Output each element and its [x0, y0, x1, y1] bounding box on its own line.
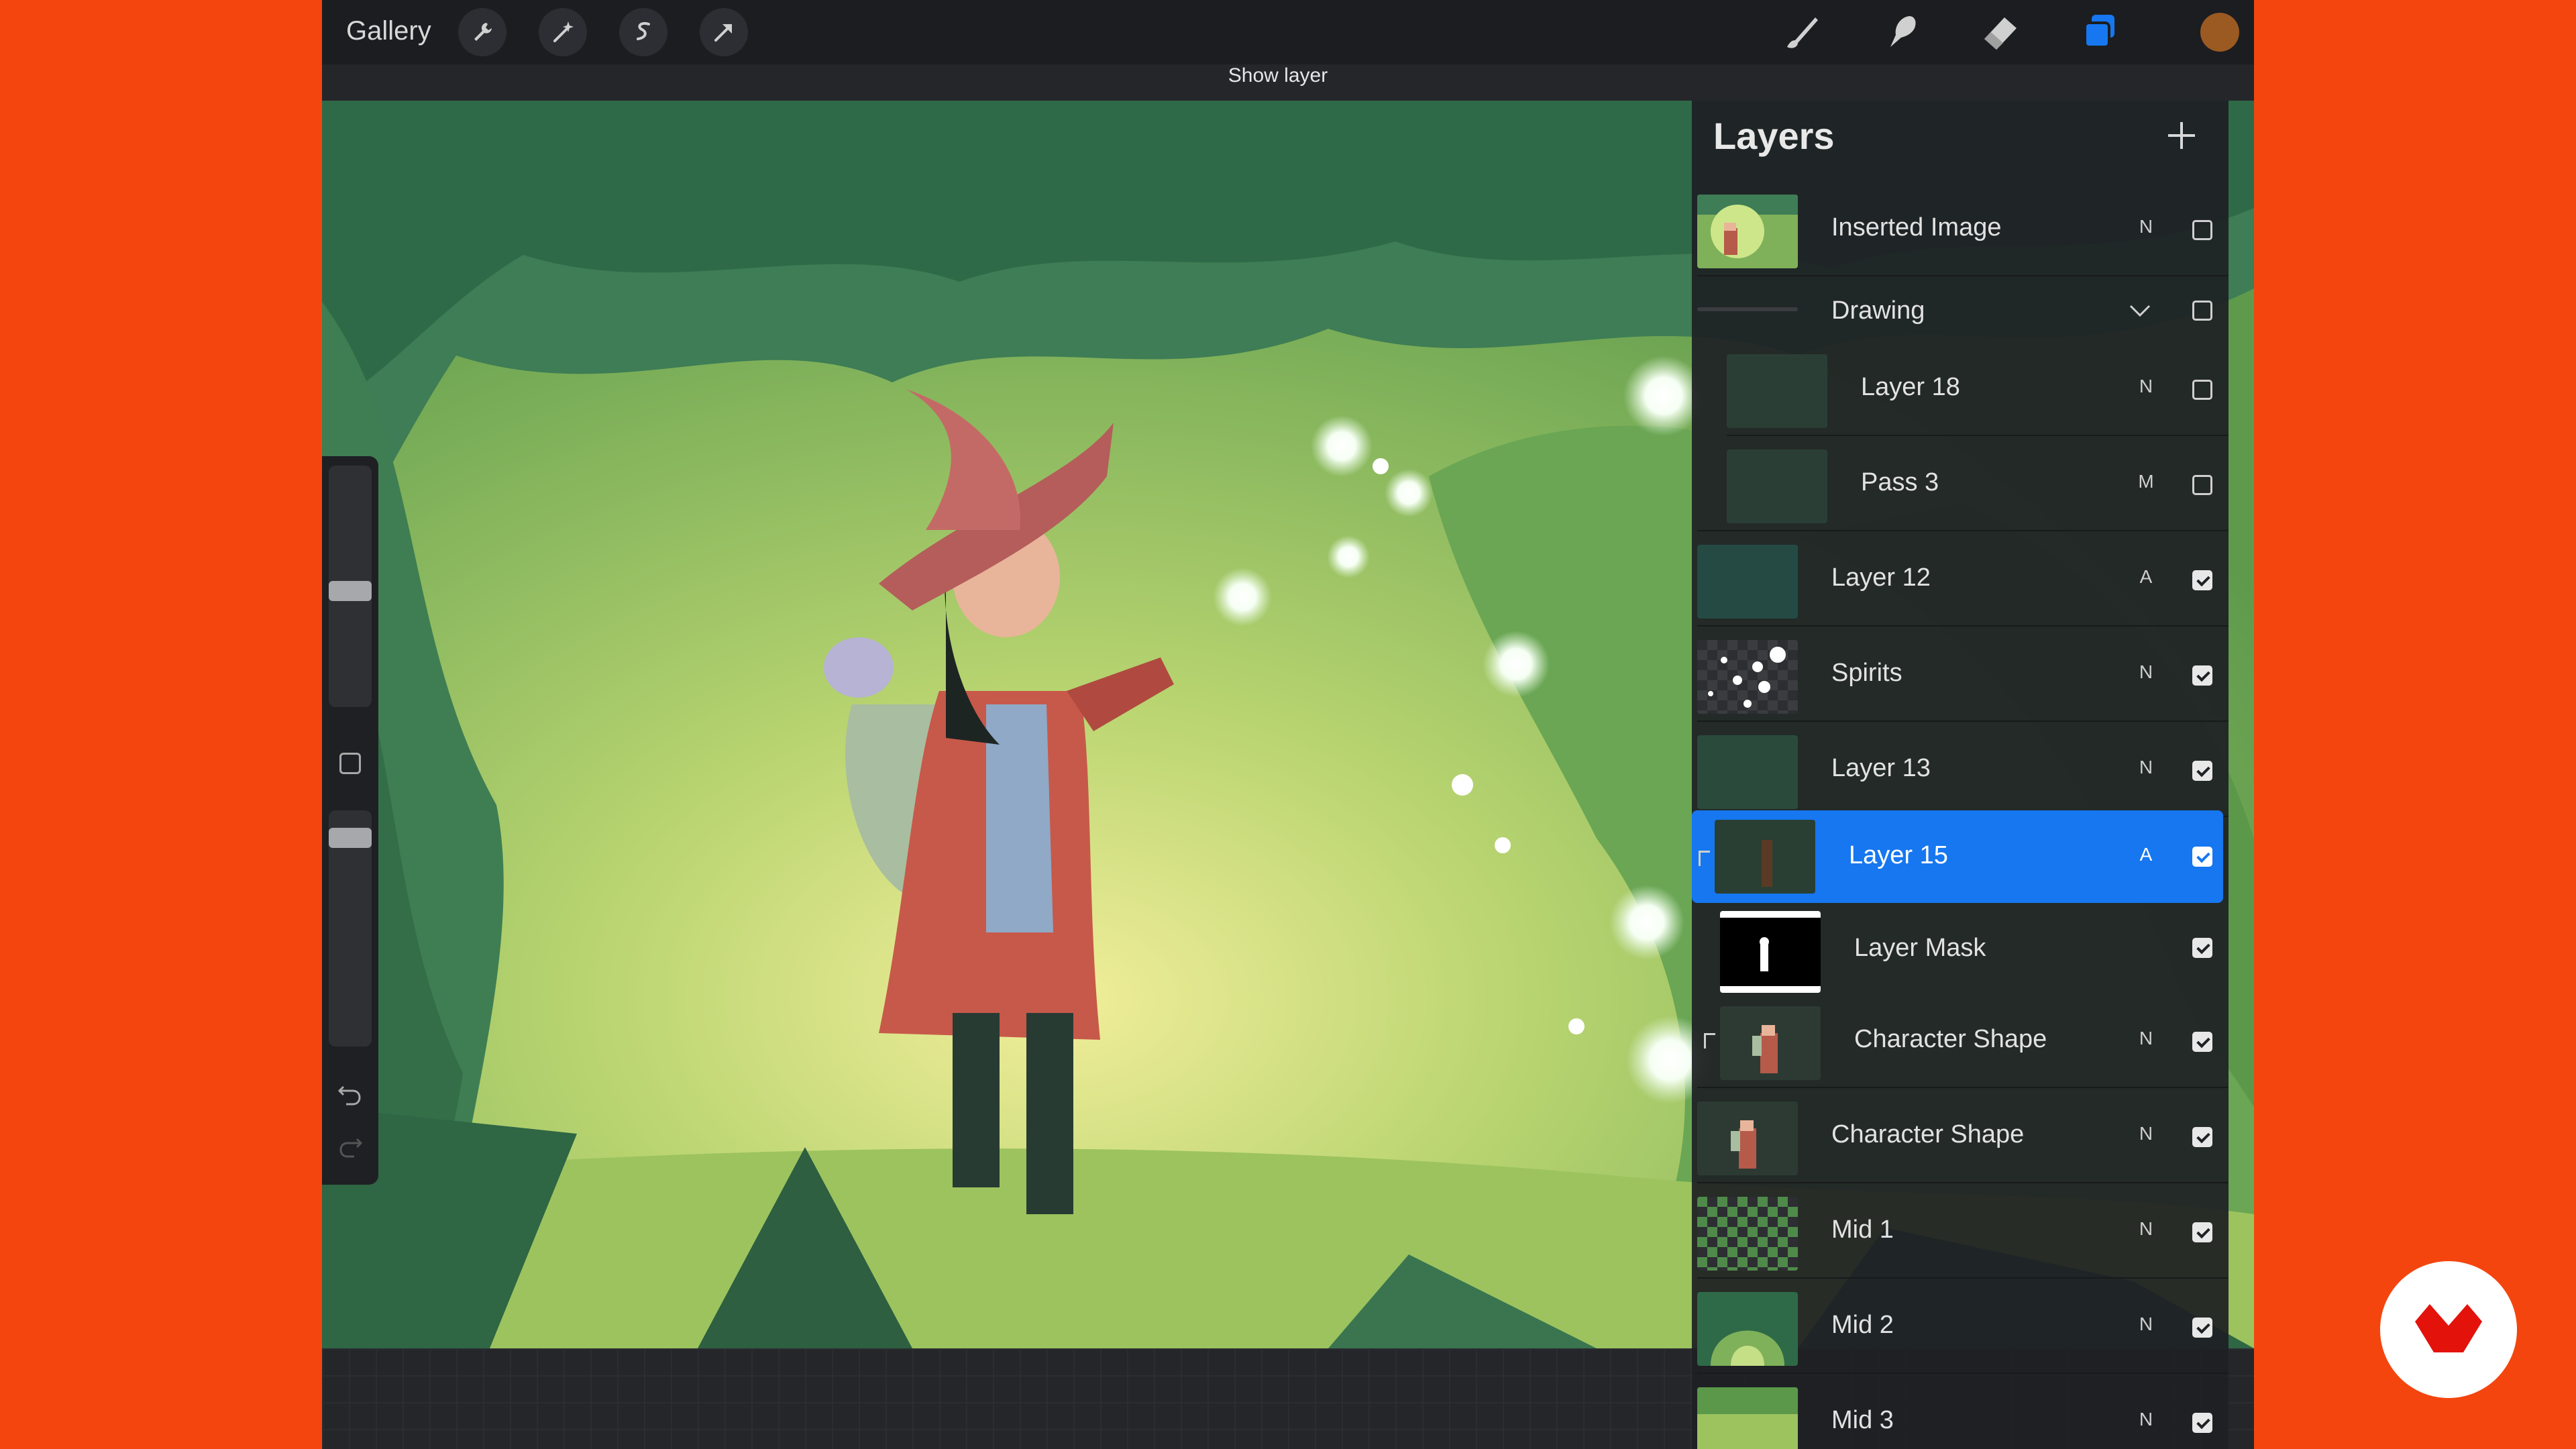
layer-row[interactable]: Layer 12 A — [1697, 531, 2229, 627]
layer-thumbnail — [1720, 911, 1821, 993]
layer-visibility-checkbox[interactable] — [2192, 1222, 2212, 1242]
blend-mode-button[interactable]: N — [2136, 661, 2156, 683]
show-layer-tooltip: Show layer — [1228, 64, 1328, 87]
layer-thumbnail — [1727, 449, 1827, 523]
square-modify-icon[interactable] — [339, 753, 361, 774]
layer-name: Layer 15 — [1849, 841, 1948, 869]
layers-panel: Layers Inserted Image N Drawing Layer 18… — [1692, 101, 2229, 1449]
plus-icon[interactable] — [2161, 115, 2202, 156]
layer-thumbnail — [1697, 1197, 1798, 1271]
layer-visibility-checkbox[interactable] — [2192, 761, 2212, 781]
brand-logo-icon — [2380, 1261, 2517, 1398]
layer-visibility-checkbox[interactable] — [2192, 938, 2212, 958]
blend-mode-button[interactable]: N — [2136, 1028, 2156, 1049]
layer-row[interactable]: Character Shape N — [1697, 1088, 2229, 1183]
layer-thumbnail — [1697, 545, 1798, 619]
layer-name: Pass 3 — [1861, 468, 1939, 496]
layer-row[interactable]: Mid 1 N — [1697, 1183, 2229, 1279]
layer-name: Character Shape — [1854, 1025, 2047, 1053]
blend-mode-button[interactable]: N — [2136, 1123, 2156, 1144]
layer-visibility-checkbox[interactable] — [2192, 301, 2212, 321]
blend-mode-button[interactable]: N — [2136, 1409, 2156, 1430]
layer-row[interactable]: Pass 3 M — [1697, 436, 2229, 531]
blend-mode-button[interactable]: N — [2136, 376, 2156, 397]
wrench-icon[interactable] — [458, 8, 506, 56]
layer-thumbnail — [1715, 820, 1815, 894]
layer-row[interactable]: Mid 3 N — [1697, 1374, 2229, 1449]
layer-name: Mid 1 — [1831, 1216, 1894, 1244]
blend-mode-button[interactable]: N — [2136, 1218, 2156, 1240]
opacity-slider[interactable] — [329, 810, 372, 1046]
layer-name: Mid 2 — [1831, 1311, 1894, 1339]
layer-name: Inserted Image — [1831, 213, 2002, 241]
layers-icon[interactable] — [2076, 8, 2124, 56]
undo-icon[interactable] — [335, 1080, 365, 1110]
layer-name: Character Shape — [1831, 1120, 2025, 1148]
layer-visibility-checkbox[interactable] — [2192, 665, 2212, 686]
layer-visibility-checkbox[interactable] — [2192, 380, 2212, 400]
group-line — [1697, 307, 1798, 311]
layer-visibility-checkbox[interactable] — [2192, 475, 2212, 495]
layer-row-selected[interactable]: Layer 15 A — [1692, 810, 2223, 903]
redo-icon[interactable] — [335, 1132, 365, 1162]
layer-visibility-checkbox[interactable] — [2192, 570, 2212, 590]
layer-row[interactable]: Layer 13 N — [1697, 722, 2229, 817]
gallery-button[interactable]: Gallery — [346, 16, 431, 46]
layer-thumbnail — [1720, 1006, 1821, 1080]
clipping-mask-indicator — [1704, 1033, 1715, 1049]
layer-mask-row[interactable]: Layer Mask — [1697, 906, 2229, 993]
magic-wand-icon[interactable] — [539, 8, 587, 56]
eraser-icon[interactable] — [1976, 8, 2025, 56]
layer-thumbnail — [1697, 1292, 1798, 1366]
layer-thumbnail — [1727, 354, 1827, 428]
opacity-slider-thumb[interactable] — [329, 828, 372, 848]
layer-visibility-checkbox[interactable] — [2192, 1413, 2212, 1433]
layer-name: Spirits — [1831, 659, 1902, 687]
layer-thumbnail — [1697, 1387, 1798, 1449]
layers-panel-title: Layers — [1713, 115, 1835, 157]
blend-mode-button[interactable]: M — [2136, 471, 2156, 492]
layer-visibility-checkbox[interactable] — [2192, 1127, 2212, 1147]
layer-visibility-checkbox[interactable] — [2192, 220, 2212, 240]
side-slider-panel — [322, 456, 378, 1185]
smudge-icon[interactable] — [1877, 8, 1925, 56]
color-picker-button[interactable] — [2200, 13, 2239, 52]
layer-row[interactable]: Inserted Image N — [1697, 181, 2229, 276]
layer-name: Layer 13 — [1831, 754, 1931, 782]
layer-name: Drawing — [1831, 297, 1925, 325]
layer-thumbnail — [1697, 735, 1798, 809]
layer-thumbnail — [1697, 640, 1798, 714]
blend-mode-button[interactable]: A — [2136, 566, 2156, 588]
layer-name: Layer Mask — [1854, 934, 1986, 962]
clipping-mask-indicator — [1699, 851, 1710, 866]
layer-visibility-checkbox[interactable] — [2192, 1032, 2212, 1052]
layer-row[interactable]: Mid 2 N — [1697, 1279, 2229, 1374]
layer-thumbnail — [1697, 1102, 1798, 1175]
layer-name: Mid 3 — [1831, 1406, 1894, 1434]
layer-visibility-checkbox[interactable] — [2192, 847, 2212, 867]
brush-size-slider-thumb[interactable] — [329, 581, 372, 601]
procreate-app: Gallery Show layer Layers Inserted Image… — [322, 0, 2254, 1449]
layer-group-row[interactable]: Drawing — [1697, 276, 2229, 342]
layer-row[interactable]: Layer 18 N — [1697, 341, 2229, 436]
blend-mode-button[interactable]: A — [2136, 844, 2156, 865]
top-toolbar: Gallery — [322, 0, 2254, 64]
blend-mode-button[interactable]: N — [2136, 216, 2156, 237]
brush-size-slider[interactable] — [329, 466, 372, 707]
layer-row[interactable]: Character Shape N — [1697, 993, 2229, 1088]
chevron-down-icon[interactable] — [2127, 297, 2153, 323]
transform-arrow-icon[interactable] — [700, 8, 748, 56]
layer-name: Layer 12 — [1831, 564, 1931, 592]
blend-mode-button[interactable]: N — [2136, 757, 2156, 778]
selection-icon[interactable] — [619, 8, 667, 56]
blend-mode-button[interactable]: N — [2136, 1313, 2156, 1335]
layer-name: Layer 18 — [1861, 373, 1960, 401]
layer-thumbnail — [1697, 195, 1798, 268]
layer-visibility-checkbox[interactable] — [2192, 1318, 2212, 1338]
layer-row[interactable]: Spirits N — [1697, 627, 2229, 722]
brush-icon[interactable] — [1778, 8, 1826, 56]
